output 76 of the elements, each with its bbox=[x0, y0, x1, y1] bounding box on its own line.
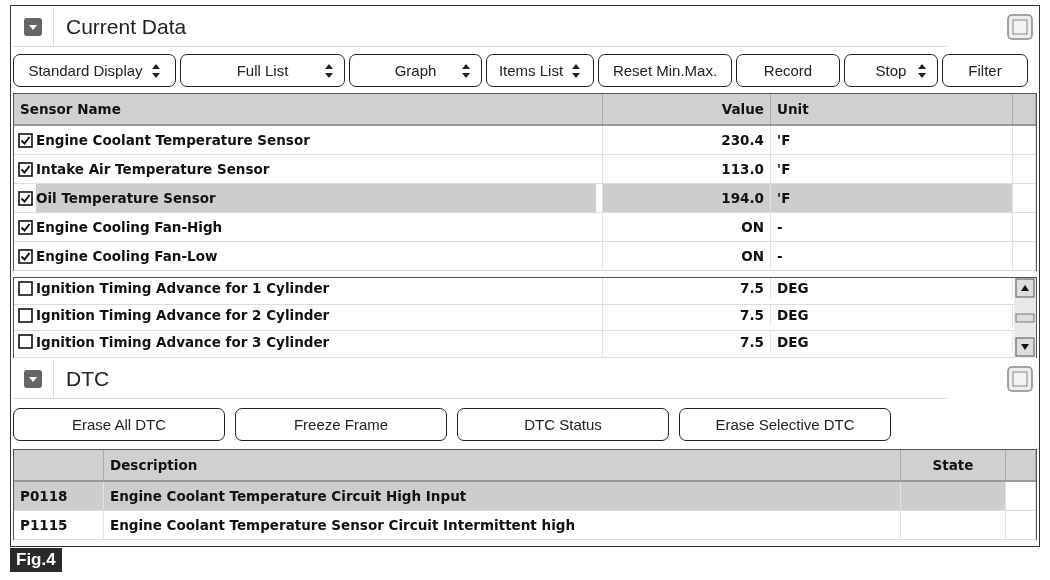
sort-caret-icon bbox=[461, 63, 471, 79]
sensor-value: ON bbox=[741, 219, 764, 235]
dtc-button[interactable]: DTC Status bbox=[457, 408, 669, 441]
sensor-row[interactable]: Engine Cooling Fan-High ON - bbox=[14, 213, 1036, 242]
checkbox[interactable] bbox=[18, 307, 33, 323]
sensor-unit: - bbox=[777, 248, 783, 264]
dtc-button[interactable]: Erase Selective DTC bbox=[679, 408, 891, 441]
sensor-name: Intake Air Temperature Sensor bbox=[36, 160, 271, 179]
sensor-row[interactable]: Engine Cooling Fan-Low ON - bbox=[14, 242, 1036, 271]
dtc-button[interactable]: Freeze Frame bbox=[235, 408, 447, 441]
maximize-icon[interactable] bbox=[1007, 366, 1033, 392]
checkbox[interactable] bbox=[18, 334, 33, 350]
sensor-value: 7.5 bbox=[740, 280, 764, 297]
toolbar-button[interactable]: Record bbox=[736, 54, 840, 87]
sensor-unit: 'F bbox=[777, 190, 791, 206]
column-header: Sensor Name bbox=[14, 94, 603, 124]
dropdown-button[interactable]: Standard Display bbox=[13, 54, 176, 87]
sensor-name: Ignition Timing Advance for 3 Cylinder bbox=[36, 332, 331, 352]
sort-caret-icon bbox=[150, 62, 161, 79]
sensor-value: 194.0 bbox=[721, 190, 764, 206]
checkbox[interactable] bbox=[18, 190, 33, 206]
sensor-row[interactable]: Engine Coolant Temperature Sensor 230.4 'F bbox=[14, 126, 1036, 155]
column-header: State bbox=[901, 450, 1006, 480]
sensor-unit: DEG bbox=[777, 280, 809, 297]
sensor-unit: DEG bbox=[777, 333, 809, 350]
sensor-name: Ignition Timing Advance for 1 Cylinder bbox=[36, 279, 331, 299]
sensor-unit: 'F bbox=[777, 161, 791, 177]
sensor-name: Engine Cooling Fan-Low bbox=[36, 247, 219, 266]
checkbox[interactable] bbox=[18, 132, 33, 148]
dtc-row[interactable]: P0118 Engine Coolant Temperature Circuit High Input bbox=[14, 482, 1036, 511]
dropdown-button[interactable]: Items List bbox=[486, 54, 594, 87]
section-title: Current Data bbox=[66, 14, 187, 39]
sensor-name: Ignition Timing Advance for 2 Cylinder bbox=[36, 306, 331, 326]
sort-caret-icon bbox=[917, 63, 927, 79]
figure-label: Fig.4 bbox=[10, 548, 62, 572]
sensor-unit: DEG bbox=[777, 307, 809, 324]
dtc-description: Engine Coolant Temperature Circuit High Input bbox=[110, 488, 467, 504]
sensor-value: 7.5 bbox=[740, 333, 764, 350]
dtc-button[interactable]: Erase All DTC bbox=[13, 408, 225, 441]
column-header: Description bbox=[104, 450, 901, 480]
column-header: Value bbox=[603, 94, 771, 124]
dropdown-button[interactable]: Full List bbox=[180, 54, 345, 87]
dtc-code: P1115 bbox=[20, 517, 68, 533]
sensor-row[interactable]: Ignition Timing Advance for 1 Cylinder 7.5 DEG bbox=[14, 278, 1014, 305]
collapse-icon[interactable] bbox=[24, 369, 42, 388]
scrollbar[interactable] bbox=[1014, 278, 1036, 358]
dropdown-button[interactable]: Graph bbox=[349, 54, 482, 87]
toolbar-button[interactable]: Reset Min.Max. bbox=[598, 54, 732, 87]
sensor-name: Engine Cooling Fan-High bbox=[36, 218, 224, 237]
checkbox[interactable] bbox=[18, 161, 33, 177]
section-title: DTC bbox=[66, 366, 110, 391]
sort-caret-icon bbox=[324, 63, 334, 79]
sensor-name: Oil Temperature Sensor bbox=[36, 184, 596, 212]
dtc-code: P0118 bbox=[20, 488, 68, 504]
checkbox[interactable] bbox=[18, 280, 33, 296]
collapse-icon[interactable] bbox=[24, 17, 42, 36]
dtc-description: Engine Coolant Temperature Sensor Circuit Intermittent high bbox=[110, 517, 576, 533]
column-header: Unit bbox=[771, 94, 1013, 124]
maximize-icon[interactable] bbox=[1007, 14, 1033, 40]
sensor-row[interactable]: Ignition Timing Advance for 3 Cylinder 7.5 DEG bbox=[14, 331, 1014, 358]
sensor-value: 113.0 bbox=[721, 161, 764, 177]
sensor-row[interactable]: Oil Temperature Sensor 194.0 'F bbox=[14, 184, 1036, 213]
sensor-row[interactable]: Intake Air Temperature Sensor 113.0 'F bbox=[14, 155, 1036, 184]
toolbar-button[interactable]: Filter bbox=[942, 54, 1028, 87]
sensor-value: ON bbox=[741, 248, 764, 264]
checkbox[interactable] bbox=[18, 219, 33, 235]
dtc-row[interactable]: P1115 Engine Coolant Temperature Sensor Circuit Intermittent high bbox=[14, 511, 1036, 540]
sort-caret-icon bbox=[571, 62, 582, 79]
sensor-unit: - bbox=[777, 219, 783, 235]
sensor-row[interactable]: Ignition Timing Advance for 2 Cylinder 7.5 DEG bbox=[14, 304, 1014, 332]
sensor-value: 7.5 bbox=[740, 307, 764, 324]
sensor-value: 230.4 bbox=[721, 132, 764, 148]
sensor-name: Engine Coolant Temperature Sensor bbox=[36, 131, 311, 150]
dropdown-button[interactable]: Stop bbox=[844, 54, 938, 87]
sensor-unit: 'F bbox=[777, 132, 791, 148]
checkbox[interactable] bbox=[18, 248, 33, 264]
